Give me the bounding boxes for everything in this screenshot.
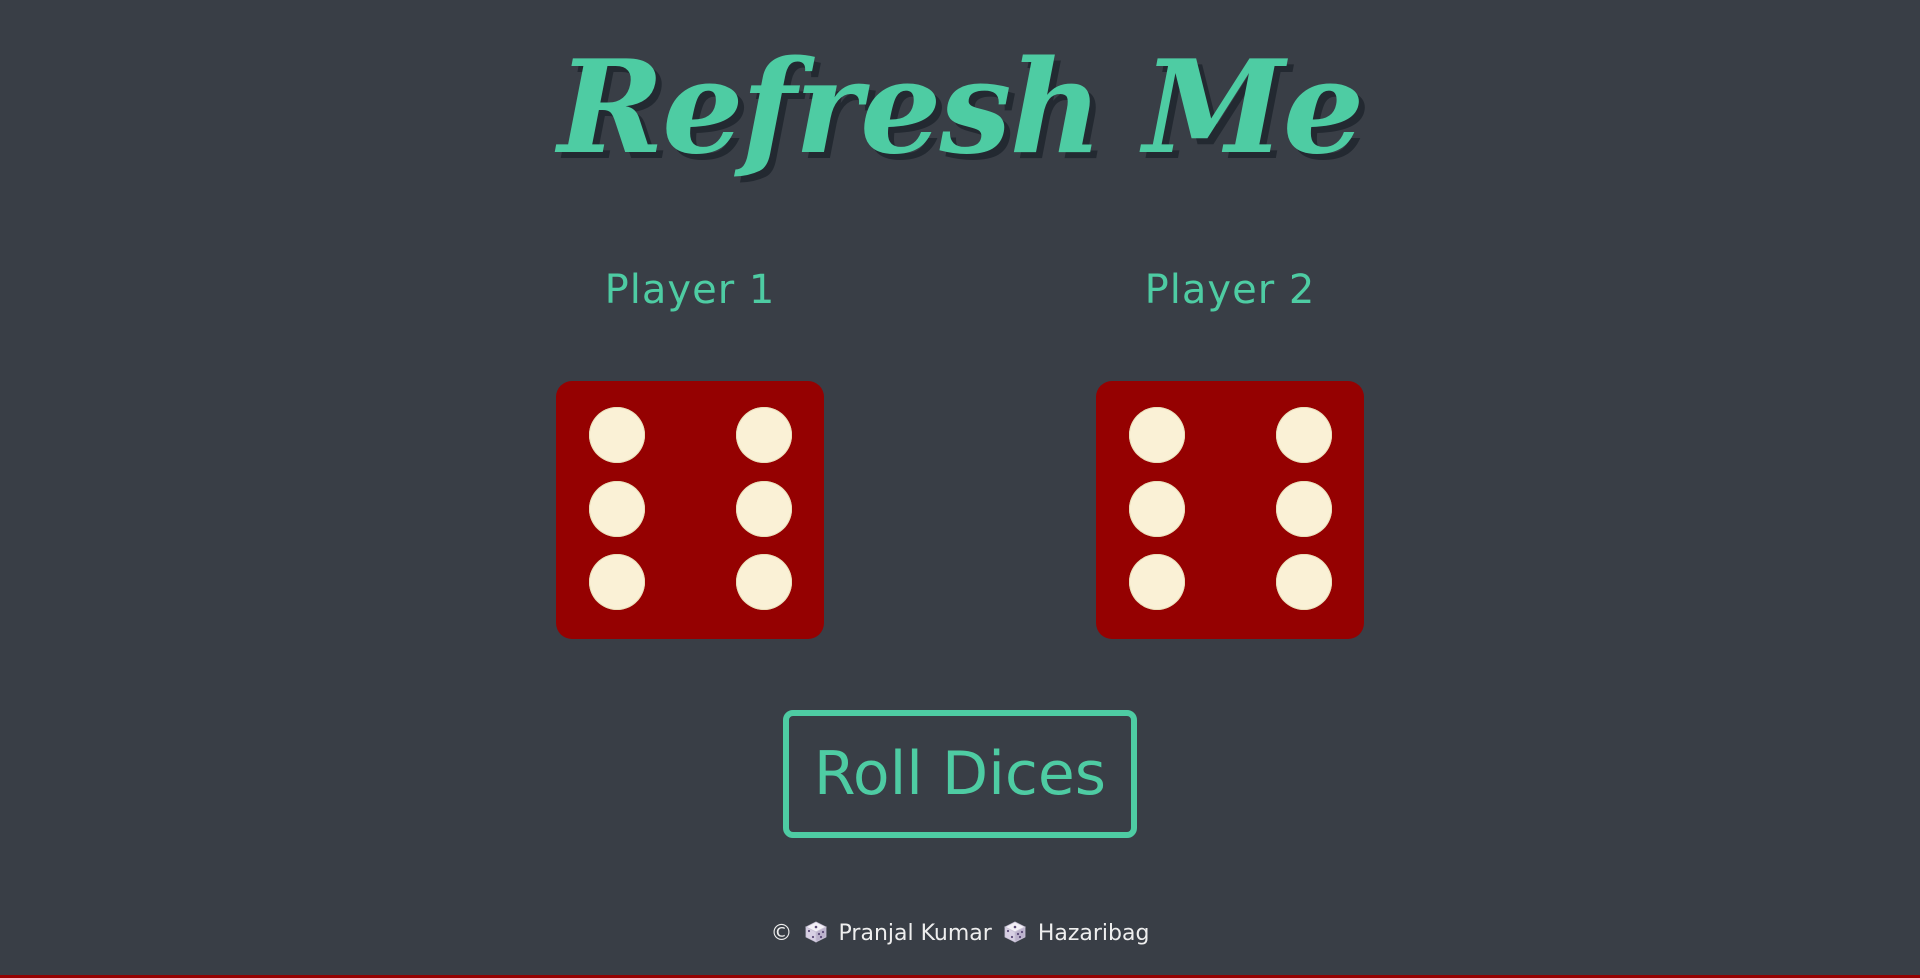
die-pip [589, 407, 645, 463]
footer-location: Hazaribag [1037, 921, 1150, 946]
die-pip [1129, 407, 1185, 463]
die-pip [736, 407, 792, 463]
die-pip [1276, 554, 1332, 610]
copyright-symbol: © [770, 921, 793, 946]
dice-icon [1003, 921, 1026, 943]
die-pip [589, 481, 645, 537]
die-pip [1276, 407, 1332, 463]
die-pip [1276, 481, 1332, 537]
footer-author: Pranjal Kumar [838, 921, 992, 946]
die-pip [736, 481, 792, 537]
page-title: Refresh Me [557, 33, 1365, 183]
player-2-label: Player 2 [1144, 267, 1316, 313]
player-2: Player 2 [1030, 260, 1430, 320]
dice-icon [804, 921, 827, 943]
player-2-die [1096, 381, 1364, 639]
die-pip [736, 554, 792, 610]
player-1-label: Player 1 [604, 267, 776, 313]
die-pip [1129, 554, 1185, 610]
footer: © Pranjal Kumar Hazaribag [0, 918, 1920, 950]
player-1: Player 1 [490, 260, 890, 320]
player-1-die [556, 381, 824, 639]
roll-dices-button[interactable]: Roll Dices [783, 710, 1137, 838]
die-pip [589, 554, 645, 610]
die-pip [1129, 481, 1185, 537]
